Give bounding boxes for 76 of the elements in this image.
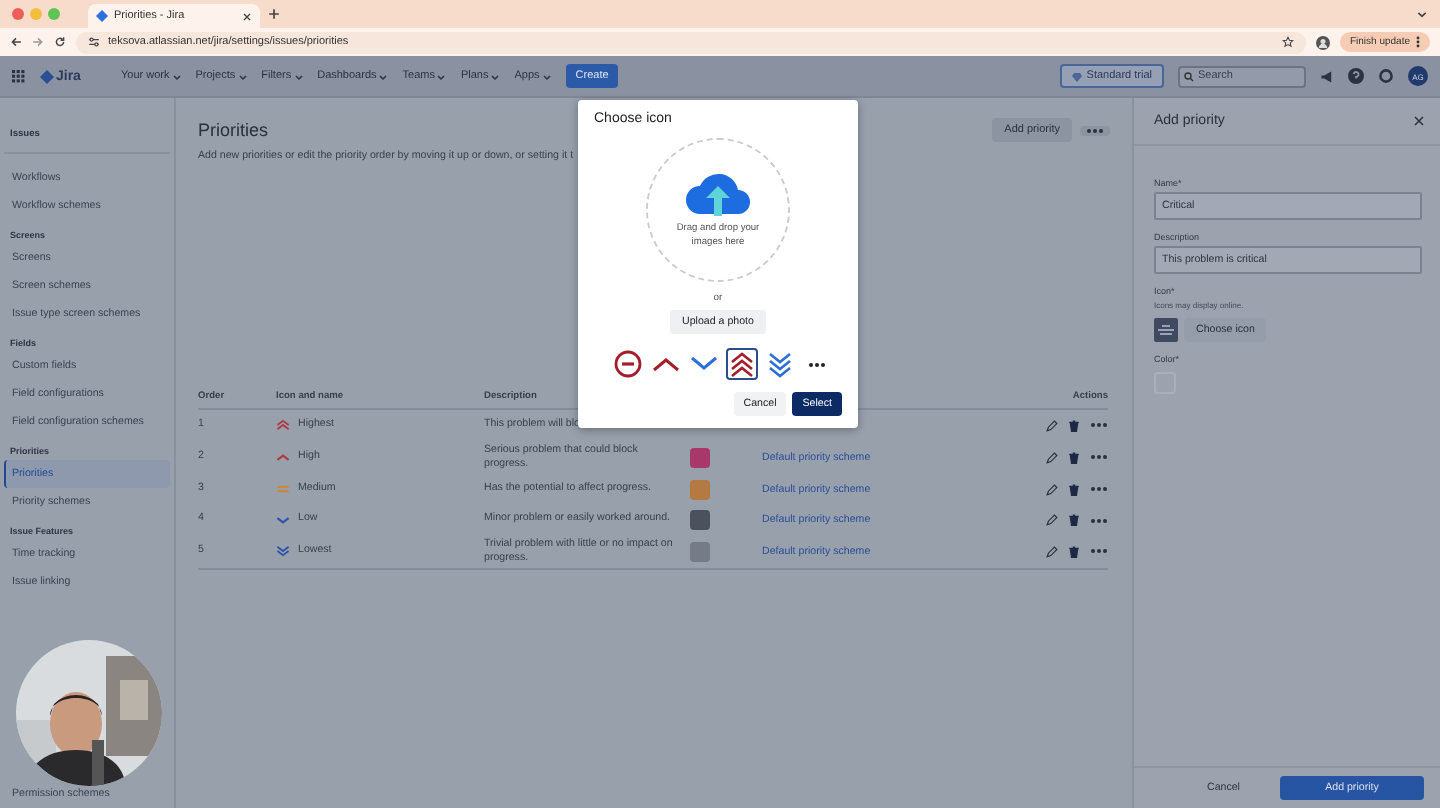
chevron-icon bbox=[293, 71, 304, 81]
more-icon bbox=[1086, 127, 1104, 133]
pencil-icon bbox=[1046, 514, 1058, 527]
jira-logo-icon bbox=[40, 69, 54, 83]
chevron-icon bbox=[237, 71, 248, 81]
delete-button[interactable] bbox=[1068, 483, 1080, 496]
pencil-icon bbox=[1046, 545, 1058, 558]
chevron-icon[interactable] bbox=[1416, 8, 1428, 20]
triple-chevron-down-icon bbox=[767, 351, 791, 377]
icon-option[interactable] bbox=[611, 348, 643, 380]
trash-icon bbox=[1068, 545, 1080, 558]
gem-icon bbox=[1072, 71, 1083, 81]
more-button[interactable] bbox=[1090, 454, 1108, 461]
delete-button[interactable] bbox=[1068, 545, 1080, 558]
pencil-icon bbox=[1046, 451, 1058, 464]
more-icon bbox=[1090, 486, 1108, 493]
settings-icon[interactable] bbox=[1378, 68, 1394, 84]
more-button[interactable] bbox=[1090, 517, 1108, 524]
back-icon[interactable] bbox=[10, 36, 22, 48]
more-icon bbox=[1090, 548, 1108, 555]
more-button[interactable] bbox=[1080, 125, 1110, 135]
close-window-icon[interactable] bbox=[12, 8, 24, 20]
minus-circle-icon bbox=[613, 350, 641, 378]
edit-button[interactable] bbox=[1046, 483, 1058, 496]
new-tab-icon[interactable] bbox=[268, 8, 280, 20]
edit-button[interactable] bbox=[1046, 514, 1058, 527]
more-icons-button[interactable] bbox=[807, 361, 825, 367]
chevron-icon bbox=[378, 71, 389, 81]
trash-icon bbox=[1068, 483, 1080, 496]
double-chevron-down-icon bbox=[276, 544, 290, 559]
chevron-down-icon bbox=[276, 513, 290, 528]
jira-logo-icon bbox=[96, 10, 108, 22]
more-icon bbox=[1090, 517, 1108, 524]
pencil-icon bbox=[1046, 419, 1058, 432]
chevron-icon bbox=[171, 71, 182, 81]
trash-icon bbox=[1068, 514, 1080, 527]
more-icon bbox=[1090, 454, 1108, 461]
more-button[interactable] bbox=[1090, 486, 1108, 493]
chevron-icon bbox=[436, 71, 447, 81]
double-chevron-up-icon bbox=[276, 418, 290, 433]
cloud-upload-icon bbox=[684, 169, 752, 218]
close-icon[interactable] bbox=[242, 11, 252, 21]
star-icon[interactable] bbox=[1281, 36, 1294, 48]
more-icon bbox=[1090, 422, 1108, 429]
more-button[interactable] bbox=[1090, 548, 1108, 555]
edit-button[interactable] bbox=[1046, 419, 1058, 432]
close-icon bbox=[1414, 116, 1424, 126]
trash-icon bbox=[1068, 419, 1080, 432]
delete-button[interactable] bbox=[1068, 451, 1080, 464]
site-settings-icon[interactable] bbox=[88, 36, 100, 48]
profile-icon[interactable] bbox=[1315, 35, 1330, 49]
icon-option[interactable] bbox=[725, 348, 757, 380]
trash-icon bbox=[1068, 451, 1080, 464]
edit-button[interactable] bbox=[1046, 451, 1058, 464]
chevron-icon bbox=[541, 71, 552, 81]
pencil-icon bbox=[1046, 483, 1058, 496]
equals-icon bbox=[276, 482, 290, 497]
more-icon bbox=[807, 361, 825, 367]
chevron-up-icon bbox=[276, 450, 290, 465]
app-switcher-icon[interactable] bbox=[12, 69, 26, 83]
close-button[interactable] bbox=[1414, 116, 1424, 126]
delete-button[interactable] bbox=[1068, 419, 1080, 432]
megaphone-icon[interactable] bbox=[1320, 69, 1334, 83]
chevron-down-icon bbox=[689, 356, 717, 372]
chevron-icon bbox=[490, 71, 501, 81]
page-title: Priorities bbox=[198, 120, 269, 140]
delete-button[interactable] bbox=[1068, 514, 1080, 527]
more-button[interactable] bbox=[1090, 422, 1108, 429]
edit-button[interactable] bbox=[1046, 545, 1058, 558]
image-placeholder-icon bbox=[1154, 318, 1178, 342]
reload-icon[interactable] bbox=[54, 36, 66, 48]
help-icon[interactable] bbox=[1348, 68, 1364, 84]
triple-chevron-up-icon bbox=[729, 351, 753, 377]
forward-icon[interactable] bbox=[32, 36, 44, 48]
chevron-up-icon bbox=[651, 356, 679, 372]
search-icon bbox=[1184, 71, 1194, 81]
